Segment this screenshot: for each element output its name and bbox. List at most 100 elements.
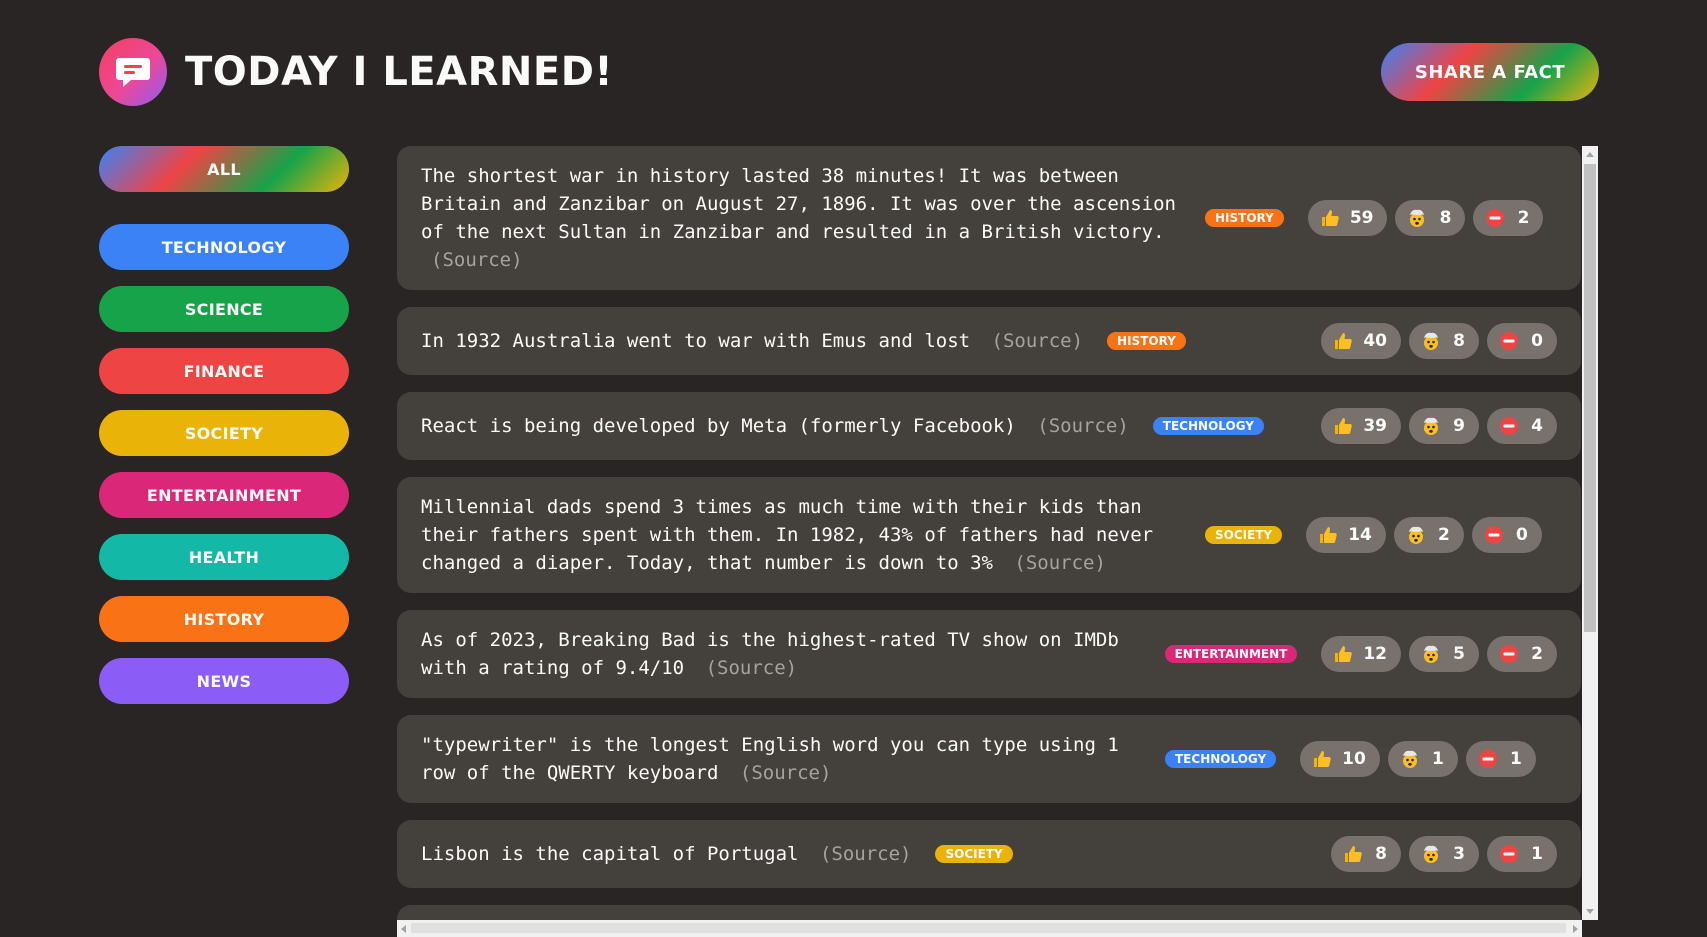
thumbs-up-icon	[1318, 525, 1338, 545]
exploding-head-icon	[1421, 644, 1441, 664]
scroll-down-arrow[interactable]	[1586, 909, 1594, 914]
fact-source-link[interactable]: (Source)	[992, 330, 1084, 352]
exploding-head-icon	[1421, 331, 1441, 351]
fact-category-tag: Society	[1205, 526, 1283, 544]
category-finance-button[interactable]: Finance	[99, 348, 349, 394]
exploding-head-icon	[1407, 208, 1427, 228]
false-button[interactable]: 1	[1487, 836, 1557, 872]
category-history-button[interactable]: History	[99, 596, 349, 642]
category-all-button[interactable]: All	[99, 146, 349, 192]
no-entry-icon	[1499, 844, 1519, 864]
fact-item: Lisbon is the capital of Portugal (Sourc…	[397, 820, 1581, 888]
fact-body: In 1932 Australia went to war with Emus …	[421, 330, 971, 352]
fact-text: Lisbon is the capital of Portugal (Sourc…	[421, 840, 911, 868]
false-button[interactable]: 0	[1471, 517, 1542, 553]
vertical-scrollbar[interactable]	[1582, 146, 1598, 920]
fact-source-link[interactable]: (Source)	[706, 657, 798, 679]
like-button[interactable]: 12	[1321, 636, 1401, 672]
exploding-head-icon	[1421, 844, 1441, 864]
scroll-left-arrow[interactable]	[401, 925, 406, 933]
no-entry-icon	[1499, 331, 1519, 351]
fact-body: React is being developed by Meta (former…	[421, 415, 1016, 437]
exploding-head-icon	[1406, 525, 1426, 545]
false-count: 1	[1531, 844, 1543, 864]
category-technology-button[interactable]: Technology	[99, 224, 349, 270]
mindblowing-button[interactable]: 5	[1409, 636, 1479, 672]
category-society-button[interactable]: Society	[99, 410, 349, 456]
share-fact-button[interactable]: Share a fact	[1381, 43, 1599, 101]
false-count: 2	[1517, 208, 1530, 228]
mindblowing-count: 2	[1438, 525, 1450, 545]
thumbs-up-icon	[1333, 416, 1353, 436]
mindblowing-button[interactable]: 9	[1409, 408, 1479, 444]
vote-buttons: 39 9 4	[1321, 408, 1557, 444]
vote-buttons: 8 3 1	[1331, 836, 1557, 872]
mindblowing-button[interactable]: 8	[1409, 323, 1479, 359]
thumbs-up-icon	[1333, 644, 1353, 664]
category-science-button[interactable]: Science	[99, 286, 349, 332]
exploding-head-icon	[1421, 416, 1441, 436]
mindblowing-count: 8	[1439, 208, 1452, 228]
fact-body: Lisbon is the capital of Portugal	[421, 843, 799, 865]
no-entry-icon	[1485, 208, 1505, 228]
fact-item: "typewriter" is the longest English word…	[397, 715, 1581, 803]
category-news-button[interactable]: News	[99, 658, 349, 704]
category-entertainment-button[interactable]: Entertainment	[99, 472, 349, 518]
false-count: 0	[1531, 331, 1543, 351]
like-button[interactable]: 39	[1321, 408, 1401, 444]
fact-category-tag: Technology	[1165, 750, 1277, 768]
horizontal-scrollbar[interactable]	[397, 920, 1582, 937]
mindblowing-button[interactable]: 1	[1387, 741, 1458, 777]
fact-source-link[interactable]: (Source)	[1037, 415, 1129, 437]
scroll-thumb[interactable]	[1584, 164, 1596, 632]
chat-bubble-icon	[99, 38, 167, 106]
like-button[interactable]: 59	[1307, 200, 1388, 236]
vote-buttons: 10 1 1	[1300, 741, 1536, 777]
fact-text: React is being developed by Meta (former…	[421, 412, 1129, 440]
fact-text: As of 2023, Breaking Bad is the highest-…	[421, 626, 1141, 682]
horizontal-scroll-thumb[interactable]	[411, 923, 1566, 933]
fact-category-tag: Society	[935, 845, 1013, 863]
no-entry-icon	[1499, 644, 1519, 664]
fact-item: The shortest war in history lasted 38 mi…	[397, 146, 1581, 290]
fact-source-link[interactable]: (Source)	[740, 762, 832, 784]
app-header: Today I Learned! Share a fact	[99, 38, 1599, 106]
like-button[interactable]: 14	[1306, 517, 1386, 553]
fact-source-link[interactable]: (Source)	[1014, 552, 1106, 574]
like-count: 39	[1363, 416, 1387, 436]
false-button[interactable]: 2	[1487, 636, 1557, 672]
like-button[interactable]: 10	[1300, 741, 1380, 777]
false-count: 0	[1516, 525, 1528, 545]
false-button[interactable]: 1	[1465, 741, 1536, 777]
mindblowing-button[interactable]: 8	[1395, 200, 1466, 236]
fact-item: React is being developed by Meta (former…	[397, 392, 1581, 460]
facts-list-panel: The shortest war in history lasted 38 mi…	[397, 146, 1598, 937]
fact-list: The shortest war in history lasted 38 mi…	[397, 146, 1581, 937]
mindblowing-button[interactable]: 3	[1409, 836, 1479, 872]
fact-item: As of 2023, Breaking Bad is the highest-…	[397, 610, 1581, 698]
thumbs-up-icon	[1312, 749, 1332, 769]
fact-category-tag: History	[1205, 209, 1284, 227]
app-title: Today I Learned!	[185, 49, 614, 95]
like-count: 14	[1348, 525, 1372, 545]
like-count: 8	[1375, 844, 1387, 864]
category-health-button[interactable]: Health	[99, 534, 349, 580]
false-button[interactable]: 2	[1473, 200, 1544, 236]
fact-text: In 1932 Australia went to war with Emus …	[421, 327, 1083, 355]
mindblowing-count: 5	[1453, 644, 1465, 664]
false-button[interactable]: 0	[1487, 323, 1557, 359]
like-count: 12	[1363, 644, 1387, 664]
scroll-right-arrow[interactable]	[1573, 925, 1578, 933]
like-button[interactable]: 40	[1321, 323, 1401, 359]
like-count: 10	[1342, 749, 1366, 769]
scroll-up-arrow[interactable]	[1586, 152, 1594, 157]
mindblowing-count: 9	[1453, 416, 1465, 436]
false-button[interactable]: 4	[1487, 408, 1557, 444]
fact-source-link[interactable]: (Source)	[820, 843, 912, 865]
like-count: 59	[1349, 208, 1374, 228]
mindblowing-button[interactable]: 2	[1393, 517, 1464, 553]
exploding-head-icon	[1400, 749, 1420, 769]
fact-text: "typewriter" is the longest English word…	[421, 731, 1141, 787]
fact-source-link[interactable]: (Source)	[431, 249, 523, 271]
like-button[interactable]: 8	[1331, 836, 1401, 872]
